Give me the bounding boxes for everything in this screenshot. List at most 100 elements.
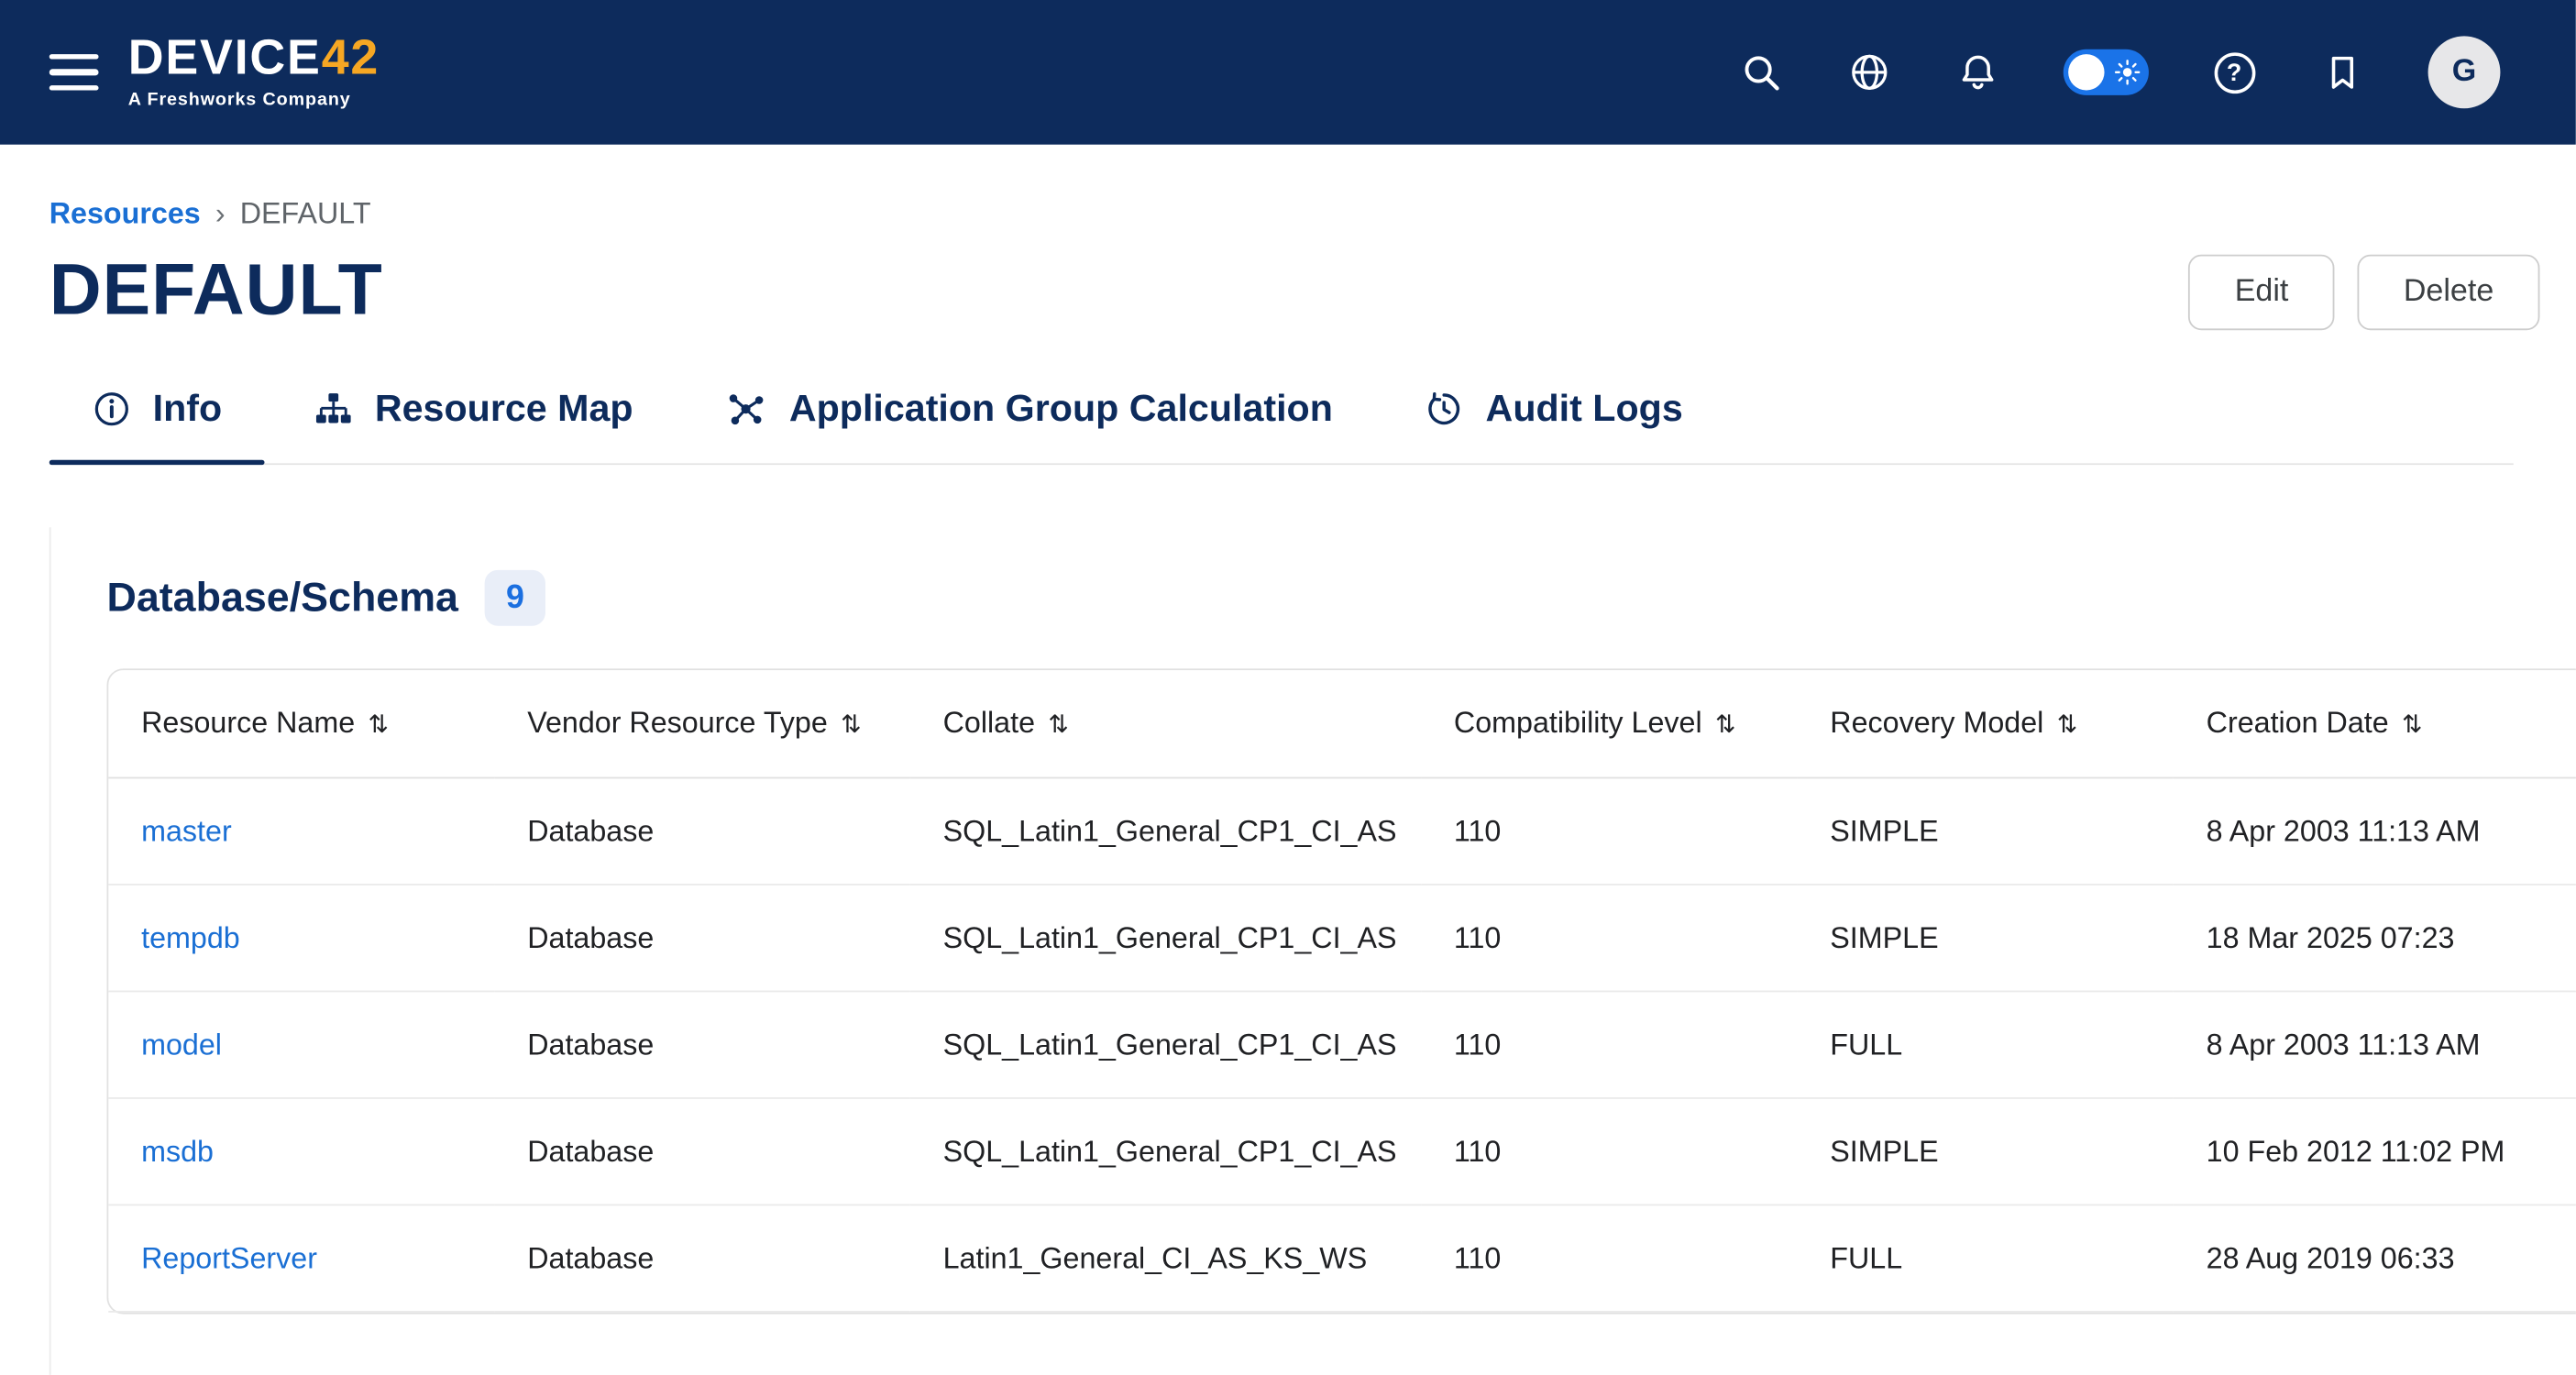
search-icon[interactable] [1738,50,1784,95]
cell-compatibility-level: 110 [1421,886,1797,993]
resource-link[interactable]: msdb [141,1135,214,1168]
cell-collate: SQL_Latin1_General_CP1_CI_AS [910,993,1421,1099]
section-title: Database/Schema [106,575,458,622]
cell-recovery-model: SIMPLE [1797,1100,2173,1206]
bookmark-icon-glyph [2323,52,2362,92]
navbar-left: DEVICE42 A Freshworks Company [50,35,380,110]
top-navbar: DEVICE42 A Freshworks Company [0,0,2576,145]
cell-recovery-model: SIMPLE [1797,886,2173,993]
navbar-right: ? G [1738,36,2500,108]
theme-toggle[interactable] [2064,50,2149,95]
table-row: msdb Database SQL_Latin1_General_CP1_CI_… [108,1100,2576,1206]
network-icon [725,388,768,431]
table-row: ReportServer Database Latin1_General_CI_… [108,1206,2576,1313]
cell-creation-date: 18 Mar 2025 07:23 [2174,886,2576,993]
cell-vendor-type: Database [494,1100,909,1206]
cell-collate: SQL_Latin1_General_CP1_CI_AS [910,779,1421,886]
table-row: model Database SQL_Latin1_General_CP1_CI… [108,993,2576,1099]
page-actions: Edit Delete [2189,255,2540,330]
main-content: Resources › DEFAULT DEFAULT Edit Delete … [0,197,2576,1375]
resource-link[interactable]: tempdb [141,921,240,954]
edit-button[interactable]: Edit [2189,255,2335,330]
breadcrumb-resources-link[interactable]: Resources [50,197,201,232]
sort-icon: ⇅ [1048,710,1069,740]
resource-link[interactable]: model [141,1028,222,1062]
tab-resource-map[interactable]: Resource Map [271,370,676,464]
bookmark-icon[interactable] [2319,50,2365,95]
column-label: Compatibility Level [1454,707,1702,740]
screen: DEVICE42 A Freshworks Company [0,0,2576,1375]
sort-icon: ⇅ [369,710,390,740]
cell-vendor-type: Database [494,1206,909,1313]
help-glyph: ? [2214,51,2255,93]
cell-creation-date: 8 Apr 2003 11:13 AM [2174,779,2576,886]
column-header-creation-date[interactable]: Creation Date ⇅ [2174,671,2576,779]
cell-collate: Latin1_General_CI_AS_KS_WS [910,1206,1421,1313]
table-header: Resource Name⇅ Vendor Resource Type⇅ Col… [108,671,2576,779]
cell-vendor-type: Database [494,886,909,993]
cell-vendor-type: Database [494,779,909,886]
cell-recovery-model: FULL [1797,1206,2173,1313]
breadcrumb-current: DEFAULT [240,197,371,232]
tab-label: Audit Logs [1486,387,1683,431]
toggle-knob [2068,54,2104,90]
cell-compatibility-level: 110 [1421,993,1797,1099]
globe-icon-glyph [1848,51,1891,94]
cell-creation-date: 10 Feb 2012 11:02 PM [2174,1100,2576,1206]
tab-label: Application Group Calculation [789,387,1333,431]
bell-icon-glyph [1956,51,1999,94]
avatar[interactable]: G [2428,36,2501,108]
cell-collate: SQL_Latin1_General_CP1_CI_AS [910,886,1421,993]
count-badge: 9 [485,571,546,627]
cell-compatibility-level: 110 [1421,1206,1797,1313]
tab-label: Info [153,387,223,431]
tab-audit-logs[interactable]: Audit Logs [1382,370,1726,464]
column-label: Collate [943,707,1035,740]
cell-recovery-model: FULL [1797,993,2173,1099]
breadcrumb: Resources › DEFAULT [50,197,2576,232]
table-body: master Database SQL_Latin1_General_CP1_C… [108,779,2576,1313]
avatar-initial: G [2452,54,2476,90]
cell-compatibility-level: 110 [1421,779,1797,886]
resource-link[interactable]: master [141,815,232,848]
tab-bar: Info Resource Map [50,370,2514,466]
menu-bar [50,85,99,91]
help-icon[interactable]: ? [2211,50,2257,95]
sun-icon [2114,60,2141,86]
menu-bar [50,70,99,75]
cell-recovery-model: SIMPLE [1797,779,2173,886]
column-header-recovery-model[interactable]: Recovery Model ⇅ [1797,671,2173,779]
tab-label: Resource Map [375,387,633,431]
tab-application-group-calculation[interactable]: Application Group Calculation [682,370,1375,464]
brand-name-accent: 42 [322,31,380,85]
column-header-vendor-resource-type[interactable]: Vendor Resource Type⇅ [494,671,909,779]
globe-icon[interactable] [1846,50,1892,95]
column-header-compatibility-level[interactable]: Compatibility Level ⇅ [1421,671,1797,779]
sort-icon: ⇅ [1715,710,1736,740]
tab-info[interactable]: Info [50,370,265,464]
breadcrumb-separator: › [215,197,226,232]
menu-bar [50,54,99,60]
section-header: Database/Schema 9 [106,571,2575,627]
column-label: Recovery Model [1830,707,2043,740]
cell-collate: SQL_Latin1_General_CP1_CI_AS [910,1100,1421,1206]
cell-compatibility-level: 110 [1421,1100,1797,1206]
cell-creation-date: 8 Apr 2003 11:13 AM [2174,993,2576,1099]
column-header-resource-name[interactable]: Resource Name⇅ [108,671,494,779]
delete-button[interactable]: Delete [2358,255,2540,330]
sitemap-icon [314,390,354,429]
table-row: master Database SQL_Latin1_General_CP1_C… [108,779,2576,886]
column-header-collate[interactable]: Collate ⇅ [910,671,1421,779]
brand-name-primary: DEVICE [128,31,322,85]
resources-table: Resource Name⇅ Vendor Resource Type⇅ Col… [106,669,2575,1314]
sort-icon: ⇅ [2057,710,2078,740]
search-icon-glyph [1740,51,1783,94]
sort-icon: ⇅ [2402,710,2423,740]
bell-icon[interactable] [1954,50,2000,95]
table-row: tempdb Database SQL_Latin1_General_CP1_C… [108,886,2576,993]
column-label: Creation Date [2207,707,2389,740]
menu-icon[interactable] [50,50,99,94]
resource-link[interactable]: ReportServer [141,1242,317,1275]
brand-logo[interactable]: DEVICE42 A Freshworks Company [128,35,380,110]
info-icon [92,390,131,429]
